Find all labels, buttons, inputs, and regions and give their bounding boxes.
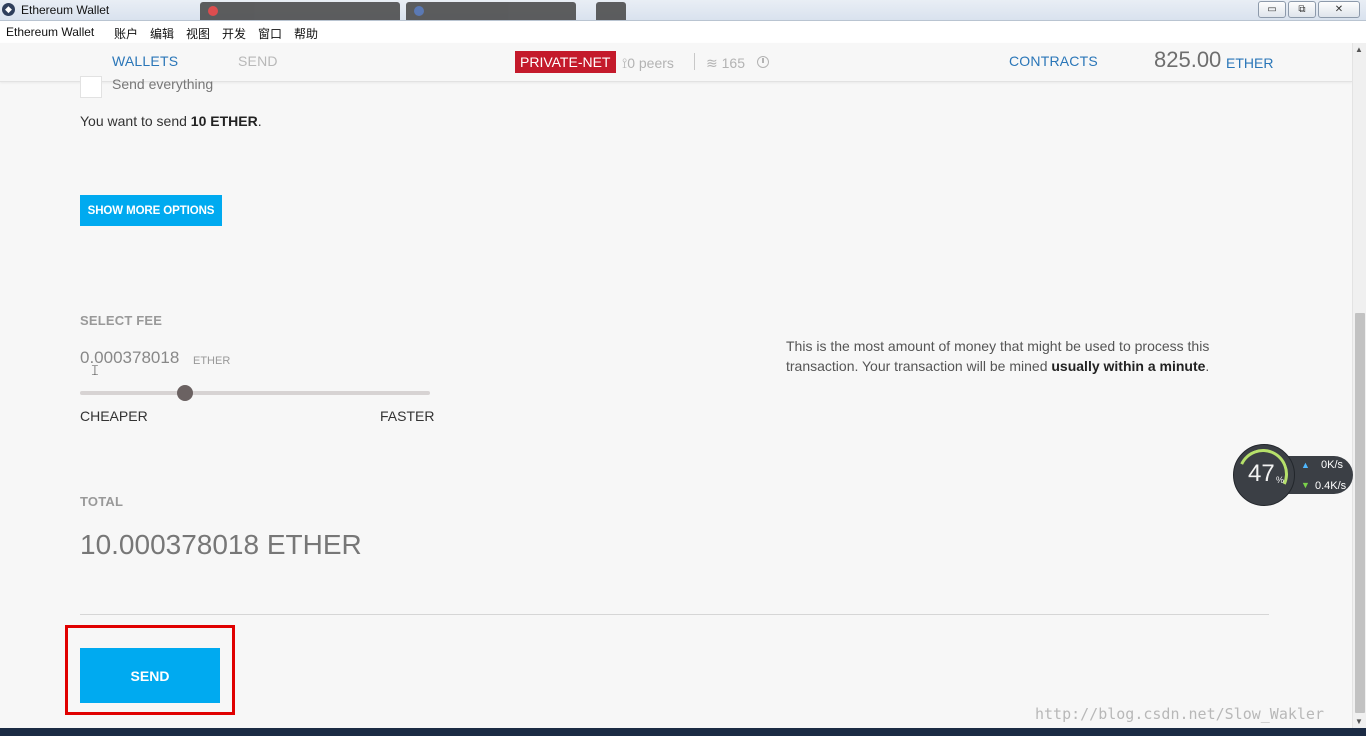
layers-icon: ≋	[706, 55, 722, 71]
fee-slider-track[interactable]	[80, 391, 430, 395]
send-summary-suffix: .	[257, 113, 262, 129]
background-window-tab[interactable]	[596, 2, 626, 20]
menu-window[interactable]: 窗口	[258, 25, 282, 42]
menu-view[interactable]: 视图	[186, 25, 210, 42]
background-window-tab[interactable]	[406, 2, 576, 20]
send-summary-amount: 10 ETHER	[190, 113, 258, 129]
total-label: TOTAL	[80, 494, 124, 509]
send-button[interactable]: SEND	[80, 648, 220, 703]
upload-speed: 0K/s	[1321, 459, 1344, 471]
fee-info-suffix: .	[1205, 358, 1210, 374]
usage-percent-sign: %	[1276, 475, 1285, 485]
menu-edit[interactable]: 编辑	[150, 25, 174, 42]
menu-accounts[interactable]: 账户	[114, 25, 138, 42]
window-titlebar: ◆ Ethereum Wallet ▭ ⧉ ✕	[0, 0, 1366, 21]
balance-amount: 825.00	[1154, 47, 1222, 72]
os-taskbar	[0, 728, 1366, 736]
background-window-tab[interactable]	[200, 2, 400, 20]
menu-bar: Ethereum Wallet 账户 编辑 视图 开发 窗口 帮助	[0, 21, 1366, 43]
menu-develop[interactable]: 开发	[222, 25, 246, 42]
download-speed: 0.4K/s	[1315, 480, 1347, 492]
block-status: ≋ 165	[706, 55, 745, 72]
peers-count: 0 peers	[627, 55, 674, 71]
total-value: 10.000378018 ETHER	[80, 529, 362, 560]
header-divider	[694, 53, 695, 70]
show-more-options-button[interactable]: SHOW MORE OPTIONS	[80, 195, 222, 226]
text-cursor-icon: 𝙸	[90, 362, 100, 378]
slider-faster-label: FASTER	[380, 408, 435, 424]
minimize-icon[interactable]: ▭	[1258, 1, 1286, 18]
form-divider	[80, 614, 1269, 615]
ethereum-app-icon: ◆	[2, 3, 15, 16]
scroll-up-icon[interactable]: ▲	[1355, 45, 1363, 54]
menu-help[interactable]: 帮助	[294, 25, 318, 42]
nav-contracts[interactable]: CONTRACTS	[1009, 53, 1098, 69]
nav-wallets[interactable]: WALLETS	[112, 53, 178, 69]
network-badge: PRIVATE-NET	[515, 51, 616, 73]
window-controls: ▭ ⧉ ✕	[1258, 1, 1360, 18]
vertical-scrollbar[interactable]: ▲ ▼	[1352, 43, 1366, 728]
usage-gauge: 47 %	[1230, 441, 1296, 507]
usage-percent: 47	[1248, 460, 1275, 487]
download-arrow-icon: ▼	[1301, 480, 1310, 490]
fee-info-estimate: usually within a minute	[1051, 358, 1206, 374]
scroll-down-icon[interactable]: ▼	[1355, 717, 1363, 726]
window-title: Ethereum Wallet	[21, 3, 110, 17]
send-summary: You want to send 10 ETHER.	[80, 113, 262, 129]
upload-arrow-icon: ▲	[1301, 460, 1310, 470]
fee-slider-handle[interactable]	[177, 385, 193, 401]
select-fee-label: SELECT FEE	[80, 313, 163, 328]
menu-ethereum-wallet[interactable]: Ethereum Wallet	[6, 25, 94, 39]
block-number: 165	[721, 55, 745, 71]
send-everything-label: Send everything	[112, 76, 214, 92]
fee-unit: ETHER	[193, 355, 231, 367]
scroll-thumb[interactable]	[1355, 313, 1365, 713]
clock-icon	[757, 56, 769, 68]
restore-icon[interactable]: ⧉	[1288, 1, 1316, 18]
fee-info-text: This is the most amount of money that mi…	[786, 336, 1256, 376]
watermark: http://blog.csdn.net/Slow_Wakler	[1035, 705, 1324, 723]
network-speed-widget[interactable]: 47 % ▲ 0K/s ▼ 0.4K/s	[1230, 441, 1355, 507]
slider-cheaper-label: CHEAPER	[80, 408, 148, 424]
balance-unit: ETHER	[1226, 55, 1274, 71]
close-icon[interactable]: ✕	[1318, 1, 1360, 18]
peers-status: ⟟0 peers	[622, 55, 674, 72]
send-everything-checkbox[interactable]	[80, 76, 102, 98]
send-summary-prefix: You want to send	[80, 113, 191, 129]
nav-send[interactable]: SEND	[238, 53, 278, 69]
